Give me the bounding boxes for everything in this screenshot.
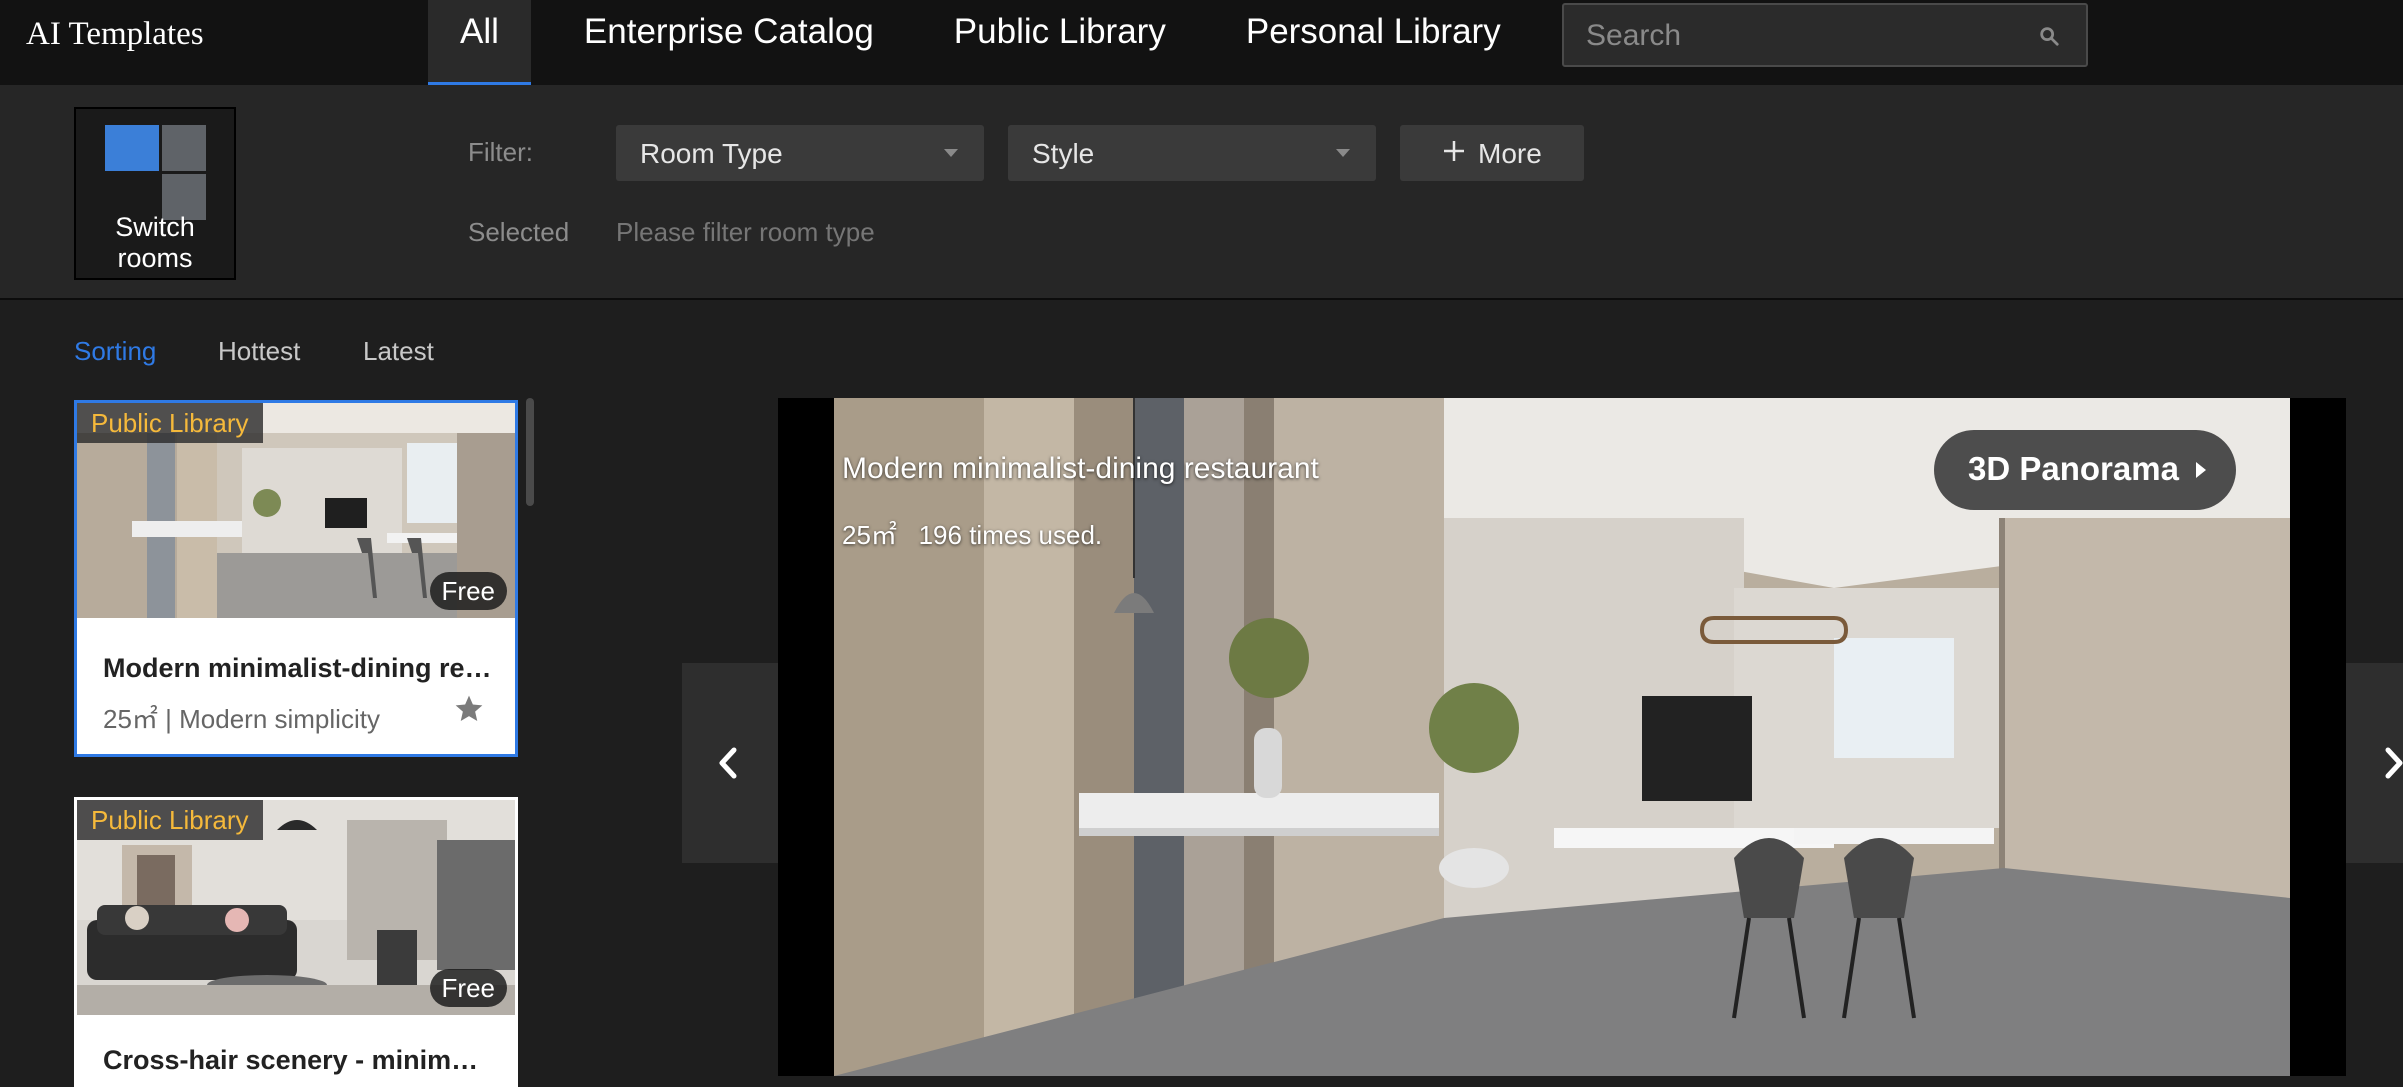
sort-latest[interactable]: Latest bbox=[363, 336, 434, 367]
filter-label: Filter: bbox=[468, 137, 533, 167]
template-card[interactable]: Public Library Free Modern minimalist-di… bbox=[74, 400, 518, 757]
switch-rooms-button[interactable]: Switch rooms bbox=[74, 107, 236, 280]
room-type-select[interactable]: Room Type bbox=[616, 125, 984, 181]
template-meta: 25㎡ | Modern simplicity bbox=[103, 704, 380, 734]
play-icon bbox=[2196, 462, 2206, 478]
app-logo[interactable]: AI Templates bbox=[26, 16, 204, 53]
search-box bbox=[1562, 3, 2088, 67]
tab-public-library[interactable]: Public Library bbox=[927, 0, 1193, 85]
search-icon[interactable] bbox=[2038, 25, 2060, 47]
room-grid-icon bbox=[105, 125, 159, 171]
more-filters-label: More bbox=[1478, 138, 1542, 169]
3d-panorama-label: 3D Panorama bbox=[1968, 450, 2179, 487]
sort-hottest[interactable]: Hottest bbox=[218, 336, 300, 367]
style-select-value: Style bbox=[1032, 138, 1095, 169]
style-select[interactable]: Style bbox=[1008, 125, 1376, 181]
template-card[interactable]: Public Library Free Cross-hair scenery -… bbox=[74, 797, 518, 1087]
price-badge: Free bbox=[429, 969, 507, 1007]
template-thumbnail: Public Library Free bbox=[77, 403, 515, 618]
tab-enterprise-catalog[interactable]: Enterprise Catalog bbox=[557, 0, 901, 85]
3d-panorama-button[interactable]: 3D Panorama bbox=[1934, 430, 2236, 510]
room-type-select-value: Room Type bbox=[640, 138, 783, 169]
selected-hint: Please filter room type bbox=[616, 217, 875, 247]
more-filters-button[interactable]: More bbox=[1400, 125, 1584, 181]
price-badge: Free bbox=[429, 572, 507, 610]
preview-area: 25㎡ bbox=[842, 520, 897, 550]
nav-tabs: All Enterprise Catalog Public Library Pe… bbox=[428, 0, 1528, 85]
search-input[interactable] bbox=[1586, 17, 2016, 55]
top-bar: AI Templates All Enterprise Catalog Publ… bbox=[0, 0, 2403, 85]
chevron-left-icon bbox=[719, 747, 737, 779]
preview-title: Modern minimalist-dining restaurant bbox=[842, 452, 1319, 485]
tab-personal-library[interactable]: Personal Library bbox=[1219, 0, 1528, 85]
plus-icon bbox=[1444, 141, 1464, 161]
star-icon[interactable] bbox=[453, 693, 485, 725]
room-grid-cell bbox=[162, 125, 206, 171]
library-badge: Public Library bbox=[77, 403, 263, 443]
template-title: Modern minimalist-dining res... bbox=[103, 653, 493, 683]
preview-usage: 196 times used. bbox=[918, 520, 1103, 550]
previous-button[interactable] bbox=[682, 663, 778, 863]
library-badge: Public Library bbox=[77, 800, 263, 840]
list-scrollbar[interactable] bbox=[526, 398, 534, 506]
preview-meta: 25㎡ 196 times used. bbox=[842, 515, 1102, 552]
filter-panel: Switch rooms Filter: Room Type Style Mor… bbox=[0, 85, 2403, 300]
chevron-down-icon bbox=[944, 149, 958, 157]
template-title: Cross-hair scenery - minimali... bbox=[103, 1045, 493, 1075]
sort-default[interactable]: Sorting bbox=[74, 336, 156, 367]
chevron-right-icon bbox=[2385, 747, 2403, 779]
tab-all[interactable]: All bbox=[428, 0, 531, 85]
selected-label: Selected bbox=[468, 217, 570, 247]
chevron-down-icon bbox=[1336, 149, 1350, 157]
template-thumbnail: Public Library Free bbox=[77, 800, 515, 1015]
switch-rooms-label: Switch rooms bbox=[115, 212, 195, 273]
next-button[interactable] bbox=[2346, 663, 2403, 863]
